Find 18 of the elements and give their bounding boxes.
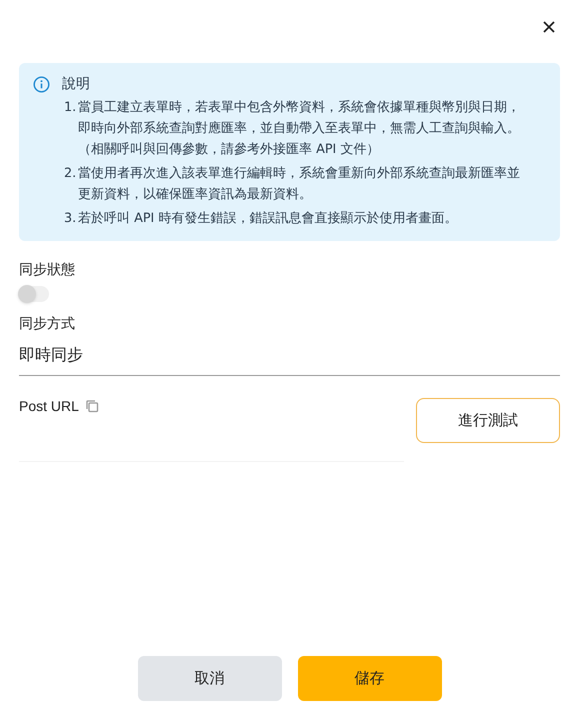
field-label: 同步狀態: [19, 261, 76, 280]
test-button[interactable]: 進行測試: [416, 398, 560, 443]
list-number: 2.: [64, 165, 78, 183]
close-icon: [542, 20, 556, 34]
save-button[interactable]: 儲存: [298, 656, 442, 701]
field-label: 同步方式: [19, 315, 76, 334]
toggle-switch[interactable]: [19, 286, 49, 302]
copy-icon[interactable]: [84, 399, 99, 413]
list-number: 1.: [64, 99, 78, 117]
list-text: 當員工建立表單時，若表單中包含外幣資料，系統會依據單種與幣別與日期，即時向外部系統查詢對應匯率，並自動帶入至表單中，無需人工查詢與輸入。（相關呼叫與回傳參數，請參考外接匯率 API 文件）: [78, 99, 520, 159]
list-text: 若於呼叫 API 時有發生錯誤，錯誤訊息會直接顯示於使用者畫面。: [78, 210, 458, 228]
select-field[interactable]: 即時同步: [19, 340, 560, 376]
list-number: 3.: [64, 210, 78, 228]
cancel-button[interactable]: 取消: [138, 656, 282, 701]
info-icon: [33, 76, 50, 93]
info-title: 說明: [62, 75, 91, 93]
field-label: Post URL: [19, 397, 79, 416]
list-text: 當使用者再次進入該表單進行編輯時，系統會重新向外部系統查詢最新匯率並更新資料，以確保匯率資訊為最新資料。: [78, 165, 520, 204]
